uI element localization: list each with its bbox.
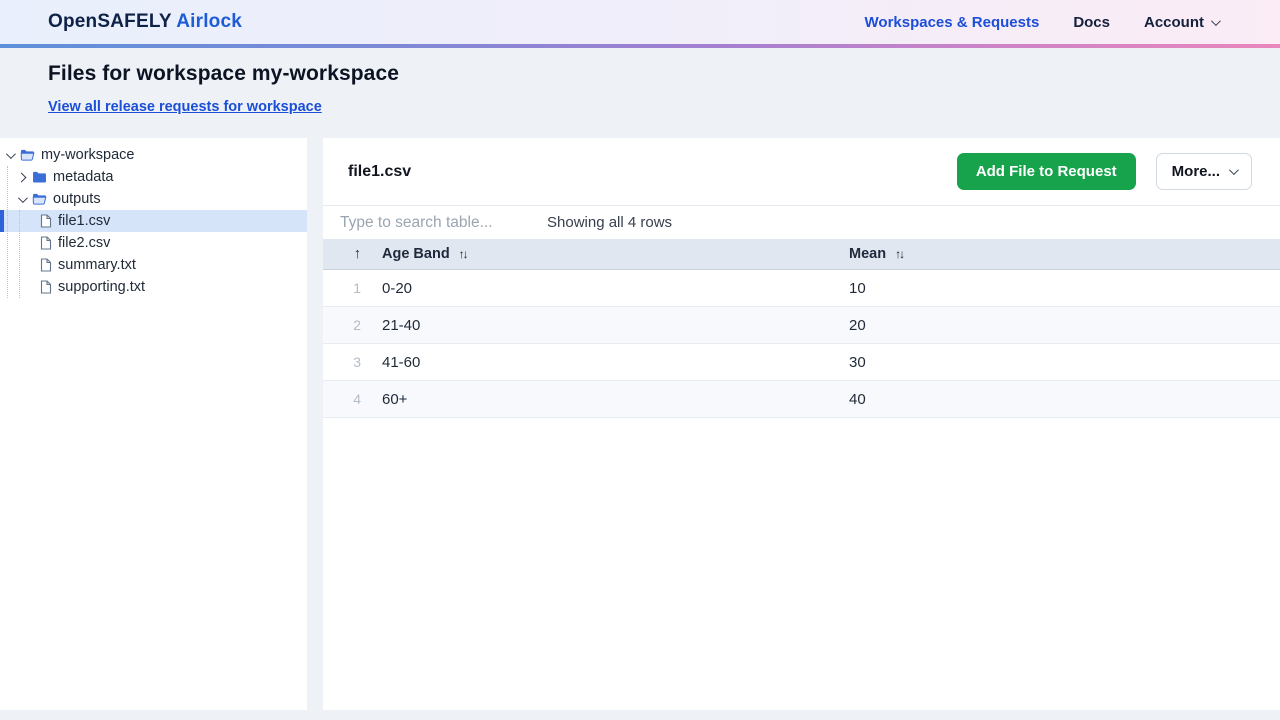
file-tree: my-workspace metadata outputs file1.csv file… xyxy=(0,138,307,298)
cell-age-band: 0-20 xyxy=(382,279,413,297)
file-icon xyxy=(40,280,52,294)
chevron-right-icon[interactable] xyxy=(16,172,26,182)
table-search-input[interactable] xyxy=(340,213,547,232)
tree-item-my-workspace[interactable]: my-workspace xyxy=(0,144,307,166)
tree-item-metadata[interactable]: metadata xyxy=(0,166,307,188)
table-row: 4 60+ 40 xyxy=(323,381,1280,418)
table-body: 1 0-20 10 2 21-40 20 3 41-60 30 4 60+ 40 xyxy=(323,270,1280,418)
top-navbar: OpenSAFELY Airlock Workspaces & Requests… xyxy=(0,0,1280,44)
cell-mean: 40 xyxy=(849,390,866,408)
chevron-down-icon[interactable] xyxy=(5,148,16,159)
table-row: 1 0-20 10 xyxy=(323,270,1280,307)
cell-mean: 30 xyxy=(849,353,866,371)
chevron-down-icon xyxy=(1228,165,1239,176)
sort-both-icon: ↑↓ xyxy=(458,247,469,261)
header-actions: Add File to Request More... xyxy=(956,153,1252,190)
tree-item-supporting.txt[interactable]: supporting.txt xyxy=(0,276,307,298)
table-toolbar: Showing all 4 rows xyxy=(323,206,1280,239)
nav-link-workspaces-requests[interactable]: Workspaces & Requests xyxy=(865,14,1040,31)
nav-link-docs[interactable]: Docs xyxy=(1073,14,1110,31)
table-row: 2 21-40 20 xyxy=(323,307,1280,344)
column-header-age-band[interactable]: Age Band ↑↓ xyxy=(371,246,838,262)
more-button-label: More... xyxy=(1171,163,1220,180)
view-release-requests-link[interactable]: View all release requests for workspace xyxy=(48,99,322,115)
add-file-to-request-button[interactable]: Add File to Request xyxy=(956,153,1136,190)
tree-item-label: outputs xyxy=(53,191,101,207)
tree-item-file1.csv[interactable]: file1.csv xyxy=(0,210,307,232)
tree-item-label: metadata xyxy=(53,169,114,185)
folder-open-icon xyxy=(32,193,47,205)
page-title: Files for workspace my-workspace xyxy=(48,62,400,85)
row-index: 3 xyxy=(353,354,361,370)
brand-primary: OpenSAFELY xyxy=(48,11,172,32)
row-index: 2 xyxy=(353,317,361,333)
more-button[interactable]: More... xyxy=(1155,153,1252,190)
file-name-title: file1.csv xyxy=(348,162,412,180)
tree-item-file2.csv[interactable]: file2.csv xyxy=(0,232,307,254)
file-detail-panel: file1.csv Add File to Request More... Sh… xyxy=(323,138,1280,710)
table-header-row: ↑ Age Band ↑↓ Mean ↑↓ xyxy=(323,239,1280,270)
column-label: Mean xyxy=(849,246,887,262)
row-index: 1 xyxy=(353,280,361,296)
tree-guide-line xyxy=(19,210,20,298)
folder-closed-icon xyxy=(33,171,46,183)
file-icon xyxy=(40,258,52,272)
brand-secondary: Airlock xyxy=(176,11,243,32)
tree-item-outputs[interactable]: outputs xyxy=(0,188,307,210)
table-row: 3 41-60 30 xyxy=(323,344,1280,381)
tree-item-label: my-workspace xyxy=(41,147,135,163)
folder-open-icon xyxy=(20,149,35,161)
content-area: my-workspace metadata outputs file1.csv file… xyxy=(0,138,1280,710)
column-header-mean[interactable]: Mean ↑↓ xyxy=(838,246,1280,262)
cell-age-band: 60+ xyxy=(382,390,408,408)
file-tree-sidebar: my-workspace metadata outputs file1.csv file… xyxy=(0,138,307,710)
file-detail-header: file1.csv Add File to Request More... xyxy=(323,138,1280,205)
tree-item-label: file1.csv xyxy=(58,213,111,229)
chevron-down-icon[interactable] xyxy=(17,192,28,203)
column-label: Age Band xyxy=(382,246,450,262)
account-menu[interactable]: Account xyxy=(1144,13,1221,31)
page-header: Files for workspace my-workspace View al… xyxy=(0,48,1280,138)
tree-item-summary.txt[interactable]: summary.txt xyxy=(0,254,307,276)
file-icon xyxy=(40,214,52,228)
cell-age-band: 21-40 xyxy=(382,316,421,334)
tree-item-label: supporting.txt xyxy=(58,279,146,295)
tree-item-label: summary.txt xyxy=(58,257,136,273)
sort-ascending-icon[interactable]: ↑ xyxy=(323,246,371,262)
panel-gutter xyxy=(307,138,323,710)
cell-mean: 10 xyxy=(849,279,866,297)
account-label: Account xyxy=(1144,13,1204,31)
sort-both-icon: ↑↓ xyxy=(895,247,905,261)
chevron-down-icon xyxy=(1210,15,1221,26)
tree-guide-line xyxy=(7,166,8,298)
navbar-links: Workspaces & Requests Docs Account xyxy=(865,13,1221,31)
brand-logo[interactable]: OpenSAFELY Airlock xyxy=(48,11,242,33)
tree-item-label: file2.csv xyxy=(58,235,111,251)
rows-status: Showing all 4 rows xyxy=(547,214,673,231)
row-index: 4 xyxy=(353,391,361,407)
cell-age-band: 41-60 xyxy=(382,353,421,371)
file-icon xyxy=(40,236,52,250)
cell-mean: 20 xyxy=(849,316,866,334)
